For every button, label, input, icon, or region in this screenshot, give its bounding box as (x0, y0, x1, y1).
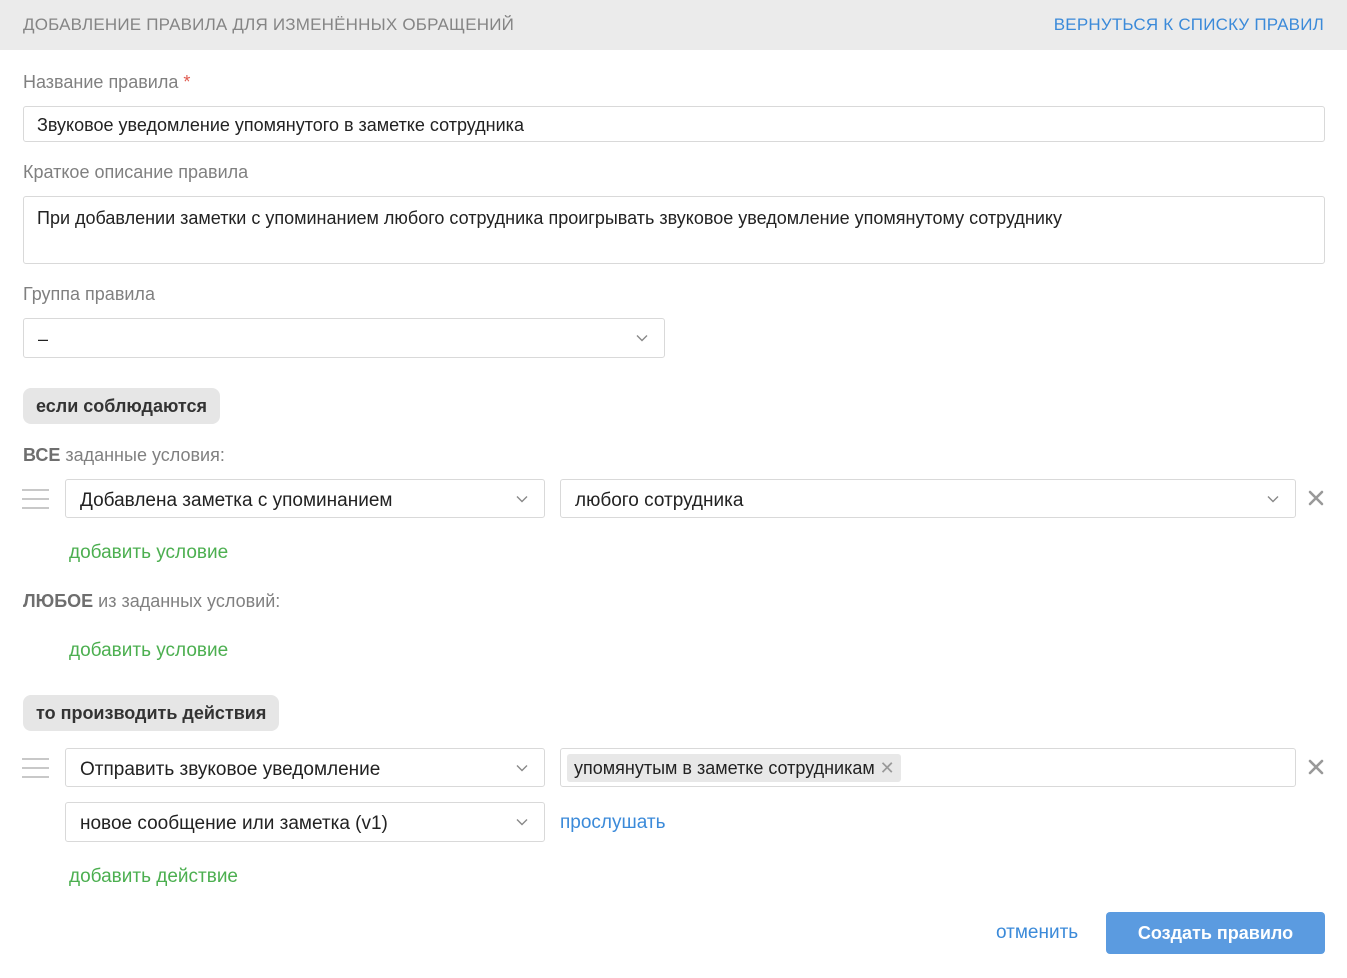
actions-section-pill: то производить действия (23, 695, 280, 731)
conditions-section-pill: если соблюдаются (23, 388, 220, 424)
add-any-condition-link[interactable]: добавить условие (69, 640, 228, 662)
chevron-down-icon (516, 819, 528, 826)
chevron-down-icon (1267, 495, 1279, 502)
create-rule-button[interactable]: Создать правило (1106, 912, 1325, 954)
add-all-condition-link[interactable]: добавить условие (69, 542, 228, 564)
rule-description-label: Краткое описание правила (23, 162, 249, 182)
chevron-down-icon (516, 495, 528, 502)
chevron-down-icon (636, 335, 648, 342)
sound-select[interactable]: новое сообщение или заметка (v1) (65, 802, 545, 842)
all-conditions-heading: ВСЕ заданные условия: (23, 445, 225, 465)
rule-group-select[interactable]: – (23, 318, 665, 358)
listen-sound-link[interactable]: прослушать (560, 812, 666, 834)
page-title: ДОБАВЛЕНИЕ ПРАВИЛА ДЛЯ ИЗМЕНЁННЫХ ОБРАЩЕ… (23, 15, 515, 34)
rule-name-input[interactable]: Звуковое уведомление упомянутого в замет… (23, 106, 1325, 142)
drag-handle-icon[interactable] (22, 758, 49, 778)
any-conditions-heading: ЛЮБОЕ из заданных условий: (23, 591, 281, 611)
remove-action-close-icon[interactable] (1307, 758, 1325, 776)
rule-group-label: Группа правила (23, 284, 155, 304)
action-recipient-multiselect[interactable]: упомянутым в заметке сотрудникам ✕ (560, 748, 1296, 787)
remove-tag-close-icon[interactable]: ✕ (880, 754, 895, 782)
page-header: ДОБАВЛЕНИЕ ПРАВИЛА ДЛЯ ИЗМЕНЁННЫХ ОБРАЩЕ… (0, 0, 1347, 50)
condition-value-select[interactable]: любого сотрудника (560, 479, 1296, 518)
recipient-tag: упомянутым в заметке сотрудникам ✕ (567, 754, 901, 782)
required-mark: * (183, 72, 191, 92)
condition-field-select[interactable]: Добавлена заметка с упоминанием (65, 479, 545, 518)
chevron-down-icon (516, 764, 528, 771)
add-action-link[interactable]: добавить действие (69, 866, 238, 888)
remove-condition-close-icon[interactable] (1307, 489, 1325, 507)
action-type-select[interactable]: Отправить звуковое уведомление (65, 748, 545, 787)
rule-name-label: Название правила * (23, 72, 191, 92)
cancel-button[interactable]: отменить (996, 922, 1078, 944)
back-to-rules-link[interactable]: ВЕРНУТЬСЯ К СПИСКУ ПРАВИЛ (1054, 15, 1324, 35)
rule-description-textarea[interactable]: При добавлении заметки с упоминанием люб… (23, 196, 1325, 264)
drag-handle-icon[interactable] (22, 489, 49, 509)
